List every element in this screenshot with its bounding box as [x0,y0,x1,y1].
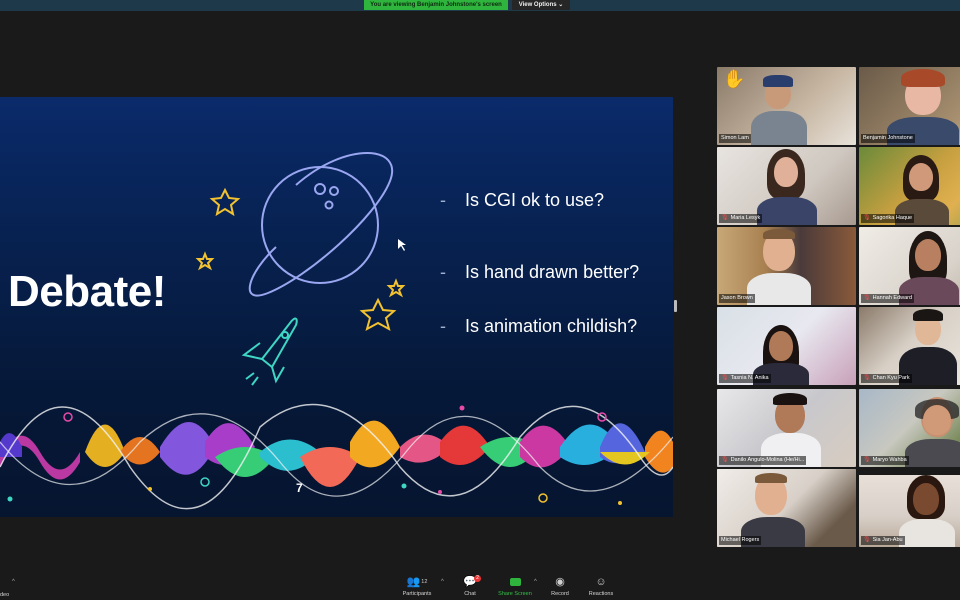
viewing-screen-banner: You are viewing Benjamin Johnstone's scr… [364,0,508,10]
participant-name: 🎙 Hannah Edward [861,294,915,303]
reactions-label: Reactions [588,591,614,597]
participant-tile-active-speaker[interactable]: Michael Rogers [717,469,856,547]
participant-tile[interactable]: 🎙 Chan Kyu Park [859,307,960,385]
participant-tile[interactable]: 🎙 Maryo Wahba [859,389,960,467]
chat-badge: 2 [474,575,481,582]
participant-name: Jason Brown [719,294,755,303]
bullet-marker: - [440,262,446,282]
participant-tile[interactable]: 🎙 Danilo Angulo-Molina (He/Hi... [717,389,856,467]
participant-name: Michael Rogers [719,536,762,545]
shared-screen-slide: Debate! - Is CGI ok to use? - Is hand draw… [0,97,673,517]
reactions-icon: ☺ [595,576,607,588]
participant-tile[interactable]: 🎙 Tasnia N. Anika [717,307,856,385]
participant-tile[interactable]: Benjamin Johnstone [859,67,960,145]
bullet-marker: - [440,316,446,336]
participant-tile[interactable]: 🎙 Sagorika Haque [859,147,960,225]
slide-bullet: - Is hand drawn better? [440,262,639,283]
muted-mic-icon: 🎙 [863,215,871,221]
slide-page-number: 7 [296,481,303,495]
participant-name: 🎙 Chan Kyu Park [861,374,912,383]
rocket-icon [241,317,298,386]
planet-icon [248,152,393,297]
gallery-resize-handle[interactable] [674,300,677,312]
meeting-toolbar: ^ 👥12 Participants ^ 💬 2 Chat Share Scree… [0,573,960,600]
bullet-marker: - [440,190,446,210]
reactions-button[interactable]: ☺ Reactions [571,573,631,597]
participant-name: 🎙 Sia Jan-Abu [861,536,905,545]
video-button-label[interactable]: deo [0,592,9,598]
muted-mic-icon: 🎙 [863,457,871,463]
sound-wave [0,403,673,510]
zoom-meeting-window: You are viewing Benjamin Johnstone's scr… [0,0,960,600]
participants-count: 12 [421,579,428,585]
audio-options-caret[interactable]: ^ [12,579,15,585]
raised-hand-icon: ✋ [723,69,746,89]
muted-mic-icon: 🎙 [863,295,871,301]
participant-tile[interactable]: Jason Brown [717,227,856,305]
mouse-cursor [398,239,406,251]
bullet-text: Is animation childish? [465,316,638,336]
slide-title: Debate! [8,267,166,316]
participants-button[interactable]: 👥12 Participants [387,573,447,597]
participant-tile[interactable]: 🎙 Hannah Edward [859,227,960,305]
participants-icon: 👥12 [406,576,428,588]
participant-tile[interactable]: 🎙 Sia Jan-Abu [859,469,960,547]
participant-name: Simon Lam [719,134,751,143]
muted-mic-icon: 🎙 [721,215,729,221]
bullet-text: Is CGI ok to use? [465,190,605,210]
participant-name: 🎙 Sagorika Haque [861,214,915,223]
participant-tile[interactable]: ✋ Simon Lam [717,67,856,145]
bullet-text: Is hand drawn better? [465,262,640,282]
muted-mic-icon: 🎙 [721,375,729,381]
slide-bullet: - Is CGI ok to use? [440,190,604,211]
participant-name: 🎙 Maryo Wahba [861,456,909,465]
muted-mic-icon: 🎙 [863,537,871,543]
participant-name: Benjamin Johnstone [861,134,915,143]
participant-name: 🎙 Maria Lesyk [719,214,763,223]
participant-tile[interactable]: 🎙 Maria Lesyk [717,147,856,225]
participant-name: 🎙 Tasnia N. Anika [719,374,771,383]
muted-mic-icon: 🎙 [863,375,871,381]
participant-name: 🎙 Danilo Angulo-Molina (He/Hi... [719,456,807,465]
slide-bullet: - Is animation childish? [440,316,637,337]
participants-label: Participants [402,591,432,597]
view-options-button[interactable]: View Options ⌄ [512,0,570,10]
muted-mic-icon: 🎙 [721,457,729,463]
